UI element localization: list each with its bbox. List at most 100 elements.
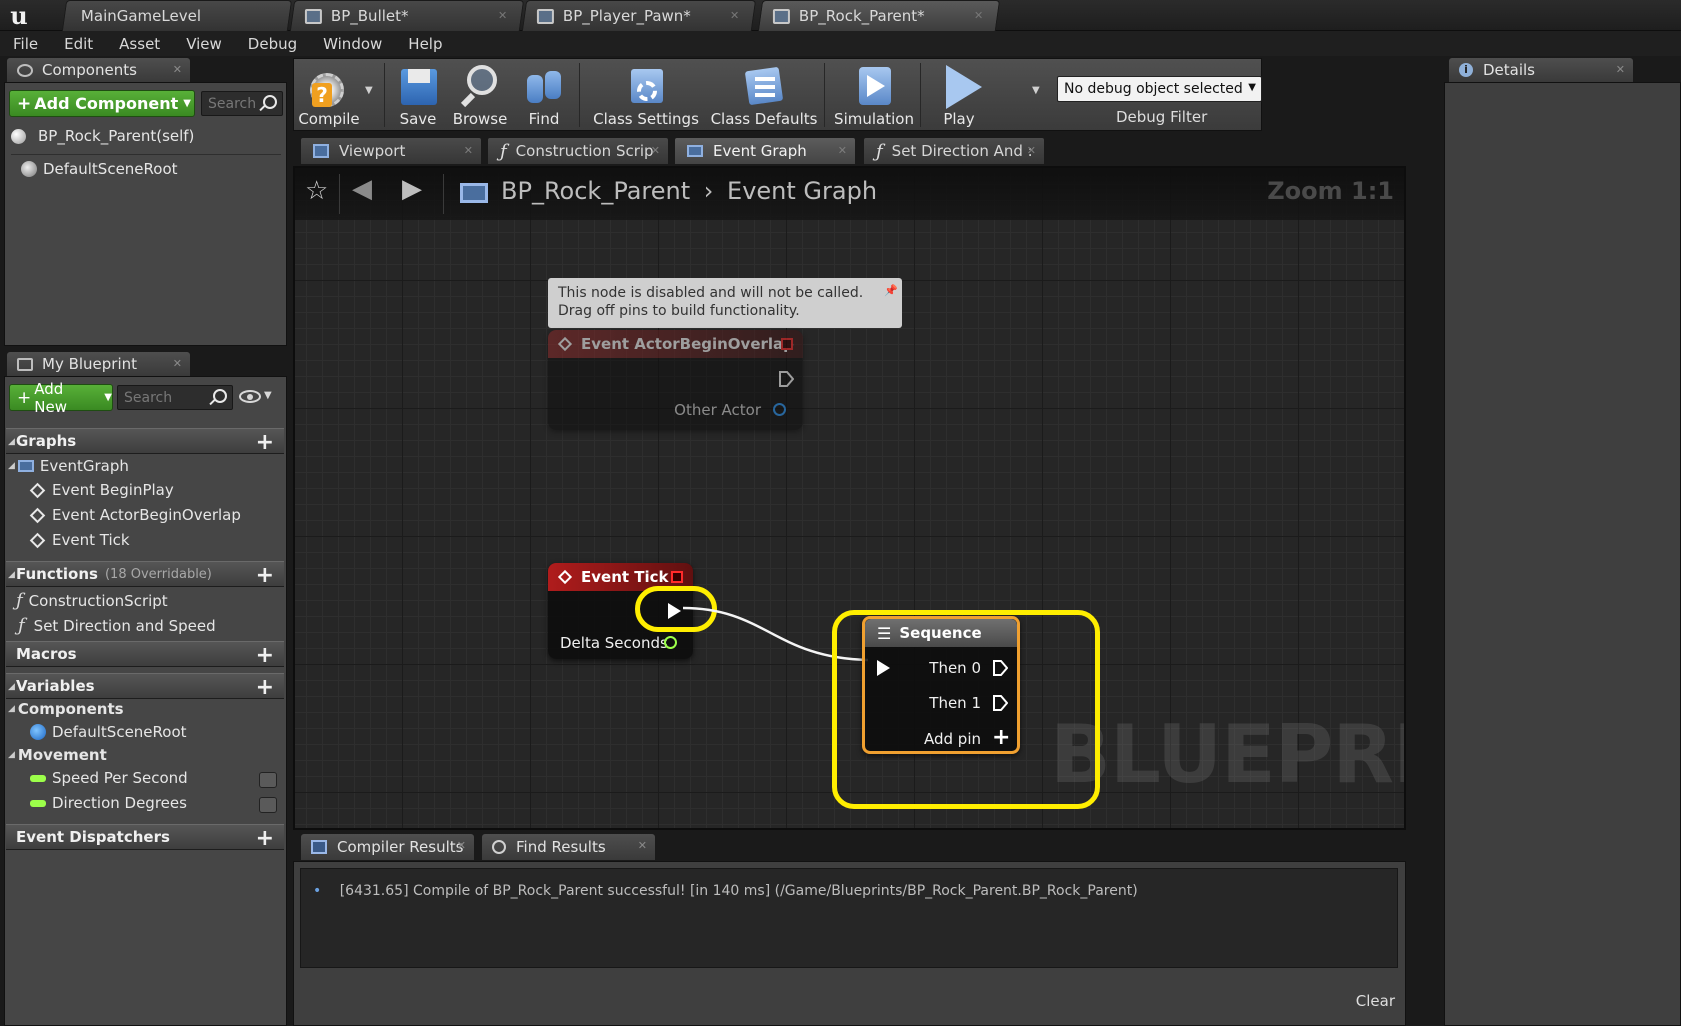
- add-function-plus-icon[interactable]: +: [256, 563, 274, 588]
- collapse-arrow-icon[interactable]: ◢: [8, 682, 15, 692]
- class-defaults-button[interactable]: Class Defaults: [711, 59, 817, 132]
- close-icon[interactable]: ✕: [173, 357, 182, 370]
- unreal-logo-icon[interactable]: u: [4, 2, 34, 30]
- tree-item-event-actorbeginoverlap[interactable]: Event ActorBeginOverlap: [29, 506, 241, 524]
- forward-arrow-icon[interactable]: ▶: [402, 174, 422, 204]
- node-header: Event ActorBeginOverlap: [548, 330, 803, 358]
- variables-section-header[interactable]: ◢ Variables +: [6, 673, 284, 700]
- event-dispatchers-section-header[interactable]: Event Dispatchers +: [6, 824, 284, 851]
- menu-view[interactable]: View: [186, 35, 222, 53]
- graph-tab-viewport[interactable]: Viewport ✕: [300, 137, 482, 164]
- node-event-actorbeginoverlap[interactable]: Event ActorBeginOverlap Other Actor: [548, 330, 803, 430]
- tree-item-event-tick[interactable]: Event Tick: [29, 531, 130, 549]
- menu-file[interactable]: File: [13, 35, 38, 53]
- close-icon[interactable]: ✕: [638, 839, 647, 852]
- tree-item-eventgraph[interactable]: ◢ EventGraph: [8, 457, 129, 475]
- delegate-pin-icon[interactable]: [671, 571, 683, 583]
- add-component-button[interactable]: + Add Component ▼: [9, 90, 195, 117]
- clear-button[interactable]: Clear: [1356, 992, 1395, 1010]
- graph-tab-event-graph[interactable]: Event Graph ✕: [674, 137, 856, 164]
- graph-tab-set-direction[interactable]: ƒ Set Direction And : ✕: [863, 137, 1045, 164]
- close-icon[interactable]: ✕: [651, 144, 660, 157]
- add-dispatcher-plus-icon[interactable]: +: [256, 826, 274, 851]
- browse-button[interactable]: Browse: [449, 59, 511, 132]
- variable-item-speed-per-second[interactable]: Speed Per Second: [30, 769, 188, 787]
- my-blueprint-panel-tab[interactable]: My Blueprint ✕: [6, 351, 191, 376]
- doc-tab-bp-rock-parent[interactable]: BP_Rock_Parent* ✕: [757, 0, 1001, 31]
- collapse-arrow-icon[interactable]: ◢: [8, 461, 15, 471]
- pin-comment-icon[interactable]: 📌: [884, 282, 898, 300]
- component-item-defaultsceneroot[interactable]: DefaultSceneRoot: [21, 160, 178, 178]
- compiler-results-tab[interactable]: Compiler Results ✕: [300, 833, 475, 860]
- close-icon[interactable]: ✕: [974, 9, 983, 22]
- menu-window[interactable]: Window: [323, 35, 382, 53]
- delegate-pin-icon[interactable]: [781, 338, 793, 350]
- menu-debug[interactable]: Debug: [248, 35, 297, 53]
- find-button[interactable]: Find: [516, 59, 572, 132]
- add-macro-plus-icon[interactable]: +: [256, 643, 274, 668]
- class-settings-button[interactable]: Class Settings: [593, 59, 699, 132]
- debug-object-select[interactable]: No debug object selected ▼: [1057, 76, 1262, 102]
- close-icon[interactable]: ✕: [457, 839, 466, 852]
- simulation-button[interactable]: Simulation: [832, 59, 916, 132]
- view-options-eye-icon[interactable]: [239, 390, 261, 403]
- find-results-tab[interactable]: Find Results ✕: [481, 833, 656, 860]
- collapse-arrow-icon[interactable]: ◢: [8, 750, 15, 760]
- event-diamond-icon: [557, 569, 573, 585]
- doc-tab-bp-player-pawn[interactable]: BP_Player_Pawn* ✕: [521, 0, 757, 31]
- close-icon[interactable]: ✕: [838, 144, 847, 157]
- add-new-button[interactable]: + Add New ▼: [9, 380, 113, 416]
- compile-options-arrow-icon[interactable]: ▼: [365, 85, 373, 96]
- collapse-arrow-icon[interactable]: ◢: [8, 704, 15, 714]
- close-icon[interactable]: ✕: [730, 9, 739, 22]
- exec-out-pin-icon[interactable]: [778, 370, 794, 388]
- functions-section-header[interactable]: ◢ Functions (18 Overridable) +: [6, 561, 284, 588]
- back-arrow-icon[interactable]: ◀: [352, 174, 372, 204]
- collapse-arrow-icon[interactable]: ◢: [8, 570, 15, 580]
- object-pin-icon[interactable]: [773, 403, 786, 416]
- variables-category-movement[interactable]: ◢ Movement: [8, 746, 107, 764]
- tree-item-set-direction-and-speed[interactable]: ƒ Set Direction and Speed: [18, 615, 216, 636]
- add-variable-plus-icon[interactable]: +: [256, 675, 274, 700]
- close-icon[interactable]: ✕: [498, 9, 507, 22]
- event-graph-icon: [460, 183, 488, 203]
- collapse-arrow-icon[interactable]: ◢: [8, 437, 15, 447]
- save-button[interactable]: Save: [394, 59, 442, 132]
- tree-item-event-beginplay[interactable]: Event BeginPlay: [29, 481, 174, 499]
- close-icon[interactable]: ✕: [1616, 63, 1625, 76]
- breadcrumb-root[interactable]: BP_Rock_Parent: [501, 177, 690, 205]
- log-entry[interactable]: • [6431.65] Compile of BP_Rock_Parent su…: [313, 883, 1138, 899]
- float-pin-icon[interactable]: [664, 636, 677, 649]
- play-button[interactable]: Play: [928, 59, 990, 132]
- variable-visibility-toggle[interactable]: [259, 772, 277, 788]
- components-search-input[interactable]: Search: [201, 91, 283, 116]
- close-icon[interactable]: ✕: [173, 63, 182, 76]
- menu-asset[interactable]: Asset: [119, 35, 160, 53]
- variable-item-defaultsceneroot[interactable]: DefaultSceneRoot: [30, 723, 187, 741]
- close-icon[interactable]: ✕: [464, 144, 473, 157]
- menu-help[interactable]: Help: [408, 35, 442, 53]
- components-panel-tab[interactable]: Components ✕: [6, 57, 191, 82]
- details-panel-tab[interactable]: i Details ✕: [1448, 57, 1634, 82]
- variables-category-components[interactable]: ◢ Components: [8, 700, 124, 718]
- component-item-self[interactable]: BP_Rock_Parent(self): [11, 127, 194, 145]
- variable-item-direction-degrees[interactable]: Direction Degrees: [30, 794, 187, 812]
- event-graph-canvas[interactable]: ☆ ◀ ▶ BP_Rock_Parent › Event Graph Zoom …: [293, 166, 1406, 830]
- close-icon[interactable]: ✕: [1027, 144, 1036, 157]
- disabled-node-comment[interactable]: This node is disabled and will not be ca…: [548, 278, 902, 328]
- play-options-arrow-icon[interactable]: ▼: [1032, 85, 1040, 96]
- doc-tab-bp-bullet[interactable]: BP_Bullet* ✕: [289, 0, 525, 31]
- graphs-section-header[interactable]: ◢ Graphs +: [6, 428, 284, 455]
- variable-visibility-toggle[interactable]: [259, 797, 277, 813]
- favorite-star-icon[interactable]: ☆: [305, 176, 328, 206]
- menu-edit[interactable]: Edit: [64, 35, 93, 53]
- doc-tab-maingamelevel[interactable]: MainGameLevel: [61, 0, 293, 31]
- compile-button[interactable]: ? Compile: [298, 59, 360, 132]
- view-options-arrow-icon[interactable]: ▼: [264, 390, 272, 401]
- tree-item-constructionscript[interactable]: ƒ ConstructionScript: [16, 590, 168, 611]
- add-graph-plus-icon[interactable]: +: [256, 430, 274, 455]
- my-blueprint-search-input[interactable]: Search: [117, 385, 233, 410]
- graph-tab-construction-script[interactable]: ƒ Construction Scrip ✕: [487, 137, 669, 164]
- blueprint-icon: [17, 357, 33, 371]
- macros-section-header[interactable]: Macros +: [6, 641, 284, 668]
